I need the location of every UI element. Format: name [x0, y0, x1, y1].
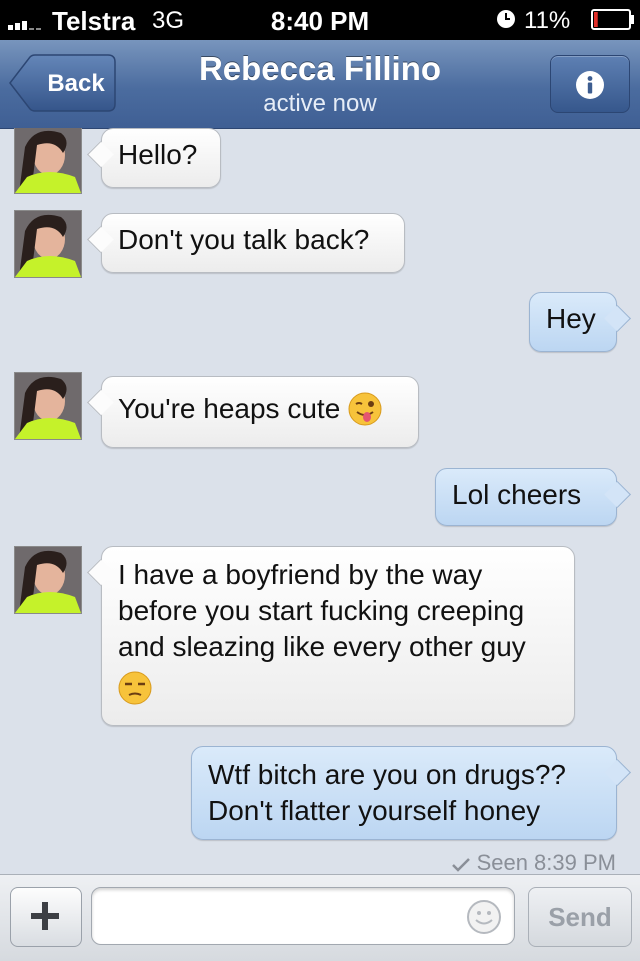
smiley-icon[interactable]: [466, 899, 502, 935]
contact-avatar[interactable]: [14, 372, 82, 440]
status-bar: Telstra 3G 8:40 PM 11%: [0, 0, 640, 40]
message-bubble-sent[interactable]: Hey: [529, 292, 617, 352]
navigation-bar: Back Rebecca Fillino active now: [0, 40, 640, 129]
back-button[interactable]: Back: [8, 54, 116, 112]
alarm-clock-icon: [497, 10, 515, 28]
winking-tongue-face-icon: [348, 392, 382, 426]
message-text-line: before you start fucking creeping: [118, 595, 525, 626]
unamused-face-icon: [118, 671, 152, 705]
message-bubble-sent[interactable]: Wtf bitch are you on drugs?? Don't flatt…: [191, 746, 617, 840]
contact-avatar[interactable]: [14, 210, 82, 278]
info-button[interactable]: [550, 55, 630, 113]
message-text: You're heaps cute: [118, 393, 341, 424]
message-text: Hello?: [118, 139, 198, 170]
send-button[interactable]: Send: [528, 887, 632, 947]
battery-icon: [591, 9, 634, 30]
contact-avatar[interactable]: [14, 546, 82, 614]
message-text-line: I have a boyfriend by the way: [118, 559, 483, 590]
message-bubble-received[interactable]: Hello?: [101, 128, 221, 188]
message-composer: Send: [0, 874, 640, 961]
message-text: Don't you talk back?: [118, 224, 370, 255]
seen-receipt: Seen 8:39 PM: [451, 850, 616, 874]
plus-icon: [31, 902, 59, 930]
message-text-line: Wtf bitch are you on drugs??: [208, 759, 566, 790]
seen-text: Seen 8:39 PM: [476, 850, 616, 874]
info-icon: [576, 71, 604, 99]
add-attachment-button[interactable]: [10, 887, 82, 947]
message-text: Hey: [546, 303, 596, 334]
message-text-line: and sleazing like every other guy: [118, 631, 526, 662]
conversation[interactable]: Hello? Don't you talk back? Hey You're h…: [0, 128, 640, 874]
message-input[interactable]: [91, 887, 515, 945]
contact-name: Rebecca Fillino: [198, 50, 442, 87]
message-text: Lol cheers: [452, 479, 582, 510]
message-bubble-received[interactable]: I have a boyfriend by the way before you…: [101, 546, 575, 726]
message-bubble-received[interactable]: You're heaps cute: [101, 376, 419, 448]
battery-percent: 11%: [524, 7, 571, 34]
contact-avatar[interactable]: [14, 128, 82, 194]
checkmark-icon: [451, 858, 470, 872]
presence-status: active now: [263, 90, 377, 117]
message-bubble-sent[interactable]: Lol cheers: [435, 468, 617, 526]
back-button-label: Back: [47, 70, 105, 97]
message-text-line: Don't flatter yourself honey: [208, 795, 541, 826]
message-bubble-received[interactable]: Don't you talk back?: [101, 213, 405, 273]
